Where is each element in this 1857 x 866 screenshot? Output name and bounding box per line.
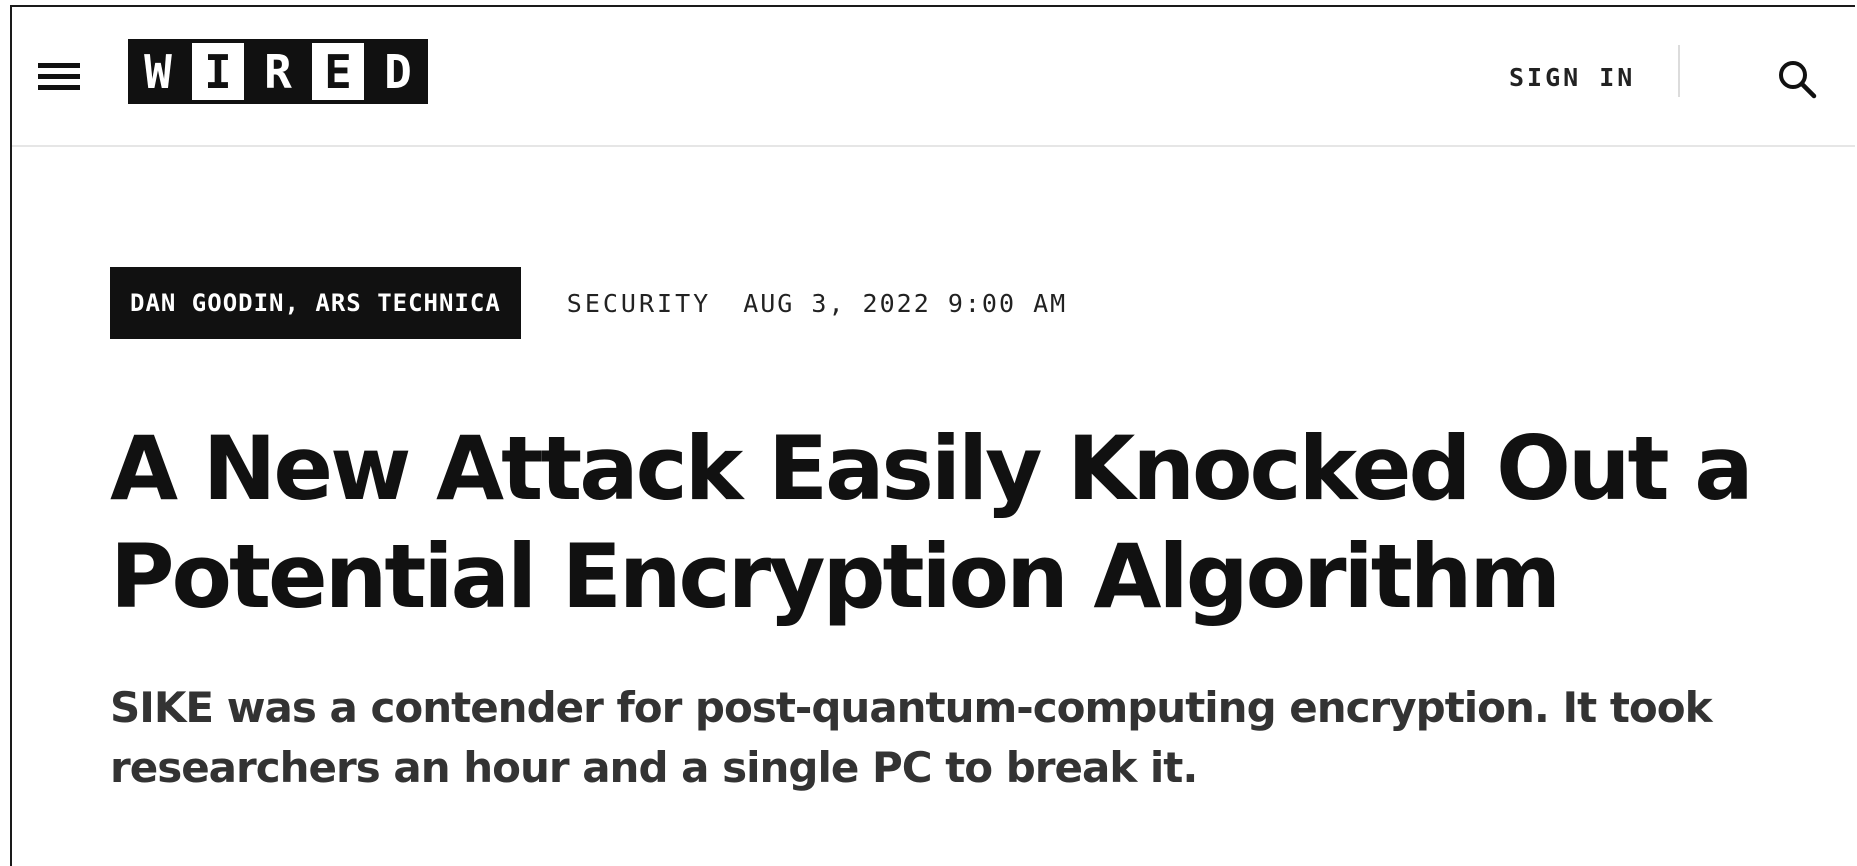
article-headline: A New Attack Easily Knocked Out a Potent… bbox=[110, 417, 1754, 628]
header-divider bbox=[1678, 45, 1680, 97]
logo-letter: W bbox=[128, 39, 188, 104]
hamburger-menu-icon[interactable] bbox=[38, 59, 80, 93]
page-frame: W I R E D SIGN IN DAN GOODIN, ARS TECHNI… bbox=[10, 5, 1855, 866]
author-byline[interactable]: DAN GOODIN, ARS TECHNICA bbox=[110, 267, 521, 339]
wired-logo[interactable]: W I R E D bbox=[128, 39, 428, 104]
logo-letter: D bbox=[368, 39, 428, 104]
search-icon[interactable] bbox=[1775, 57, 1819, 101]
logo-letter: E bbox=[308, 39, 368, 104]
logo-letter: I bbox=[188, 39, 248, 104]
site-header: W I R E D SIGN IN bbox=[12, 7, 1855, 147]
logo-letter: R bbox=[248, 39, 308, 104]
article-meta: DAN GOODIN, ARS TECHNICA SECURITY AUG 3,… bbox=[110, 267, 1067, 339]
article-dek: SIKE was a contender for post-quantum-co… bbox=[110, 683, 1713, 792]
category-link[interactable]: SECURITY bbox=[567, 289, 711, 318]
publish-date: AUG 3, 2022 9:00 AM bbox=[743, 288, 1068, 318]
sign-in-link[interactable]: SIGN IN bbox=[1509, 63, 1635, 92]
